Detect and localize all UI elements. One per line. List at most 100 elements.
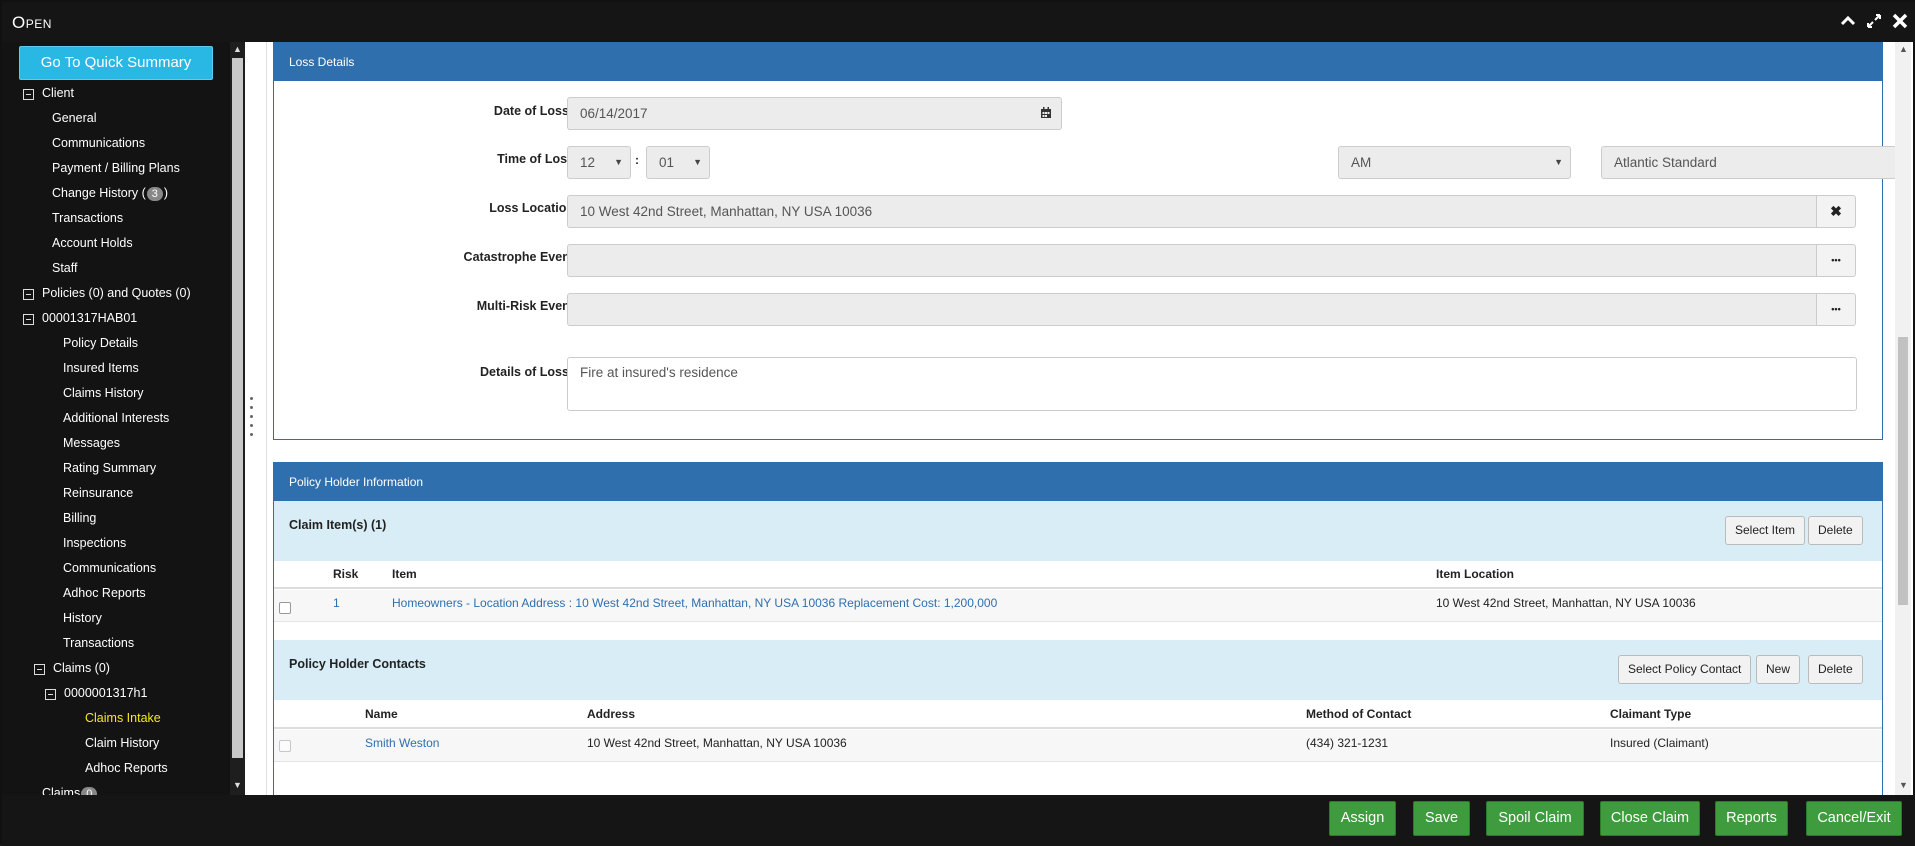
collapse-node-icon[interactable] [34, 664, 45, 675]
save-button[interactable]: Save [1413, 801, 1470, 836]
assign-button[interactable]: Assign [1329, 801, 1396, 836]
tree-item-claims-0[interactable]: Claims (0) [53, 661, 110, 675]
item-link[interactable]: Homeowners - Location Address : 10 West … [392, 596, 997, 610]
tree-item-label: Payment / Billing Plans [52, 161, 180, 175]
tree-item-messages[interactable]: Messages [63, 436, 120, 450]
close-icon[interactable] [1891, 12, 1909, 30]
select-policy-contact-button[interactable]: Select Policy Contact [1618, 655, 1752, 684]
panel-splitter[interactable] [245, 42, 267, 795]
tree-item-00001317hab01[interactable]: 00001317HAB01 [42, 311, 137, 325]
collapse-node-icon[interactable] [23, 89, 34, 100]
clear-location-button[interactable]: ✖ [1816, 195, 1856, 228]
claimant-type-column-header[interactable]: Claimant Type [1610, 707, 1691, 721]
risk-link[interactable]: 1 [333, 596, 340, 610]
collapse-node-icon[interactable] [23, 314, 34, 325]
tree-item-label: Additional Interests [63, 411, 170, 425]
item-column-header[interactable]: Item [392, 567, 417, 581]
spoil-claim-button[interactable]: Spoil Claim [1486, 801, 1584, 836]
contact-name-link[interactable]: Smith Weston [365, 736, 439, 750]
collapse-icon[interactable] [1839, 12, 1857, 30]
name-column-header[interactable]: Name [365, 707, 398, 721]
tree-item-claim-history[interactable]: Claim History [85, 736, 159, 750]
tree-item-transactions[interactable]: Transactions [63, 636, 134, 650]
tree-item-policy-details[interactable]: Policy Details [63, 336, 138, 350]
address-column-header[interactable]: Address [587, 707, 635, 721]
contacts-table-header: Name Address Method of Contact Claimant … [274, 701, 1882, 729]
tree-item-label: Claims Intake [85, 711, 161, 725]
details-of-loss-textarea[interactable]: Fire at insured's residence [567, 357, 1857, 411]
multi-risk-lookup-button[interactable]: ••• [1816, 293, 1856, 326]
table-row[interactable]: 1 Homeowners - Location Address : 10 Wes… [274, 590, 1882, 622]
new-contact-button[interactable]: New [1756, 655, 1801, 684]
tree-item-transactions[interactable]: Transactions [52, 211, 123, 225]
tree-item-communications[interactable]: Communications [63, 561, 156, 575]
tree-item-adhoc-reports[interactable]: Adhoc Reports [63, 586, 146, 600]
calendar-icon[interactable] [1040, 99, 1052, 130]
scroll-down-icon[interactable]: ▼ [233, 780, 242, 790]
row-checkbox[interactable] [279, 602, 291, 614]
tree-item-label: Messages [63, 436, 120, 450]
tree-item-staff[interactable]: Staff [52, 261, 77, 275]
catastrophe-lookup-button[interactable]: ••• [1816, 244, 1856, 277]
tree-item-reinsurance[interactable]: Reinsurance [63, 486, 133, 500]
row-checkbox[interactable] [279, 740, 291, 752]
loss-location-field[interactable]: 10 West 42nd Street, Manhattan, NY USA 1… [567, 195, 1817, 228]
timezone-select[interactable]: Atlantic Standard▼ [1601, 146, 1897, 179]
expand-icon[interactable] [1865, 12, 1883, 30]
sidebar-scroll-thumb[interactable] [232, 58, 243, 758]
scroll-up-icon[interactable]: ▲ [233, 44, 242, 54]
tree-item-inspections[interactable]: Inspections [63, 536, 126, 550]
item-location-column-header[interactable]: Item Location [1436, 567, 1514, 581]
tree-item-label: Claims History [63, 386, 144, 400]
am-pm-select[interactable]: AM ▼ [1338, 146, 1571, 179]
minute-select[interactable]: 01 ▼ [646, 146, 710, 179]
tree-item-history[interactable]: History [63, 611, 102, 625]
tree-item-communications[interactable]: Communications [52, 136, 145, 150]
tree-item-account-holds[interactable]: Account Holds [52, 236, 133, 250]
tree-item-policies-0-and-quotes-0[interactable]: Policies (0) and Quotes (0) [42, 286, 191, 300]
tree-item-claims-history[interactable]: Claims History [63, 386, 144, 400]
tree-item-label: General [52, 111, 97, 125]
delete-contact-button[interactable]: Delete [1808, 655, 1863, 684]
time-of-loss-label: Time of Loss [497, 152, 574, 166]
drag-handle-icon[interactable] [250, 397, 254, 442]
tree-item-payment-billing-plans[interactable]: Payment / Billing Plans [52, 161, 180, 175]
tree-item-billing[interactable]: Billing [63, 511, 96, 525]
risk-column-header[interactable]: Risk [333, 567, 358, 581]
tree-item-additional-interests[interactable]: Additional Interests [63, 411, 169, 425]
close-claim-button[interactable]: Close Claim [1600, 801, 1700, 836]
delete-item-button[interactable]: Delete [1808, 516, 1863, 545]
catastrophe-event-field[interactable] [567, 244, 1817, 277]
tree-item-adhoc-reports[interactable]: Adhoc Reports [85, 761, 168, 775]
scroll-down-icon[interactable]: ▼ [1899, 780, 1908, 790]
tree-item-0000001317h1[interactable]: 0000001317h1 [64, 686, 147, 700]
collapse-node-icon[interactable] [23, 289, 34, 300]
reports-button[interactable]: Reports [1715, 801, 1788, 836]
select-item-button[interactable]: Select Item [1725, 516, 1806, 545]
tree-item-claims[interactable]: Claims 0 [42, 786, 98, 795]
tree-item-general[interactable]: General [52, 111, 96, 125]
main-content: Loss Details Date of Loss* 06/14/2017 Ti… [267, 42, 1897, 795]
collapse-node-icon[interactable] [45, 689, 56, 700]
tree-item-insured-items[interactable]: Insured Items [63, 361, 139, 375]
main-scroll-thumb[interactable] [1898, 337, 1908, 605]
multi-risk-event-field[interactable] [567, 293, 1817, 326]
tree-item-change-history[interactable]: Change History (3) [52, 186, 168, 201]
tree-item-client[interactable]: Client [42, 86, 74, 100]
method-column-header[interactable]: Method of Contact [1306, 707, 1411, 721]
table-row[interactable]: Smith Weston 10 West 42nd Street, Manhat… [274, 730, 1882, 762]
scroll-up-icon[interactable]: ▲ [1899, 44, 1908, 54]
cancel-exit-button[interactable]: Cancel/Exit [1806, 801, 1902, 836]
quick-summary-button[interactable]: Go To Quick Summary [19, 46, 213, 80]
contacts-header: Policy Holder Contacts Select Policy Con… [274, 640, 1882, 700]
hour-select[interactable]: 12 ▼ [567, 146, 631, 179]
date-of-loss-field[interactable]: 06/14/2017 [567, 97, 1062, 130]
tree-item-claims-intake[interactable]: Claims Intake [85, 711, 161, 725]
app-window: Open Go To Quick Summary Client General Co… [0, 0, 1915, 846]
main-scrollbar[interactable]: ▲ ▼ [1895, 42, 1911, 795]
tree-item-label: Communications [52, 136, 146, 150]
tree-item-rating-summary[interactable]: Rating Summary [63, 461, 156, 475]
claim-items-table-header: Risk Item Item Location [274, 561, 1882, 589]
tree-item-label: Claims [42, 786, 81, 795]
sidebar-scrollbar[interactable]: ▲ ▼ [230, 42, 245, 795]
